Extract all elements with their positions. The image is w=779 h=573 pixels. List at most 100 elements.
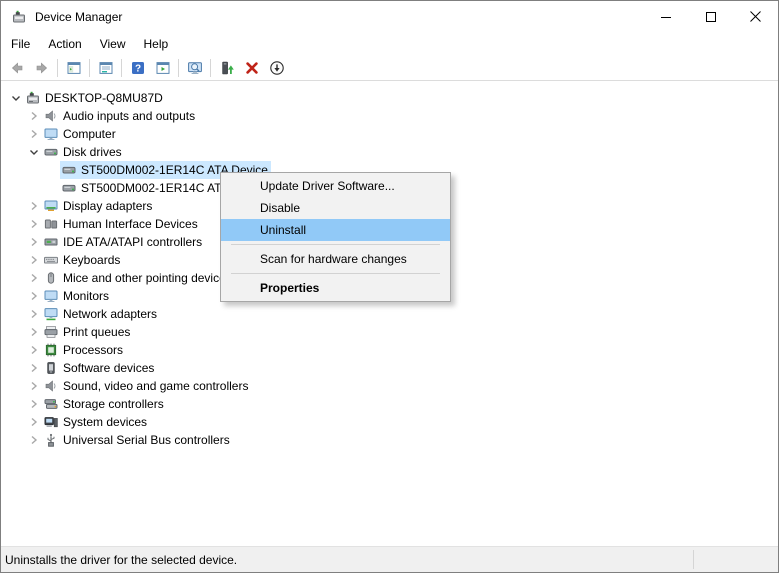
- context-menu: Update Driver Software... Disable Uninst…: [220, 172, 451, 302]
- chevron-right-icon[interactable]: [26, 306, 42, 322]
- tree-item-surface: Processors: [42, 341, 126, 359]
- tree-item-label: Sound, video and game controllers: [63, 379, 248, 393]
- menu-action[interactable]: Action: [39, 34, 90, 54]
- chevron-right-icon[interactable]: [26, 252, 42, 268]
- tree-item[interactable]: Audio inputs and outputs: [2, 107, 777, 125]
- update-driver-button[interactable]: [214, 56, 239, 80]
- context-menu-item-properties[interactable]: Properties: [221, 277, 450, 299]
- tree-item[interactable]: Software devices: [2, 359, 777, 377]
- minimize-button[interactable]: [643, 1, 688, 32]
- tree-item-surface: Disk drives: [42, 143, 125, 161]
- menu-help[interactable]: Help: [135, 34, 178, 54]
- scan-hardware-icon: [187, 60, 203, 76]
- chevron-right-icon[interactable]: [26, 342, 42, 358]
- tree-item[interactable]: Computer: [2, 125, 777, 143]
- mouse-icon: [42, 270, 60, 286]
- action-pane-button[interactable]: [150, 56, 175, 80]
- chevron-right-icon[interactable]: [26, 324, 42, 340]
- context-menu-item-disable[interactable]: Disable: [221, 197, 450, 219]
- tree-item-surface: Storage controllers: [42, 395, 167, 413]
- context-menu-item-update-driver[interactable]: Update Driver Software...: [221, 175, 450, 197]
- toolbar-separator: [210, 59, 211, 77]
- tree-item-label: Human Interface Devices: [63, 217, 198, 231]
- disk-icon: [60, 180, 78, 196]
- back-arrow-icon: [9, 60, 25, 76]
- tree-item-label: IDE ATA/ATAPI controllers: [63, 235, 202, 249]
- toolbar-separator: [89, 59, 90, 77]
- disable-button[interactable]: [264, 56, 289, 80]
- uninstall-x-icon: [244, 60, 260, 76]
- maximize-button[interactable]: [688, 1, 733, 32]
- tree-item-surface: System devices: [42, 413, 150, 431]
- tree-item-label: Print queues: [63, 325, 130, 339]
- chevron-right-icon[interactable]: [26, 198, 42, 214]
- export-list-button[interactable]: [93, 56, 118, 80]
- software-icon: [42, 360, 60, 376]
- tree-item-surface: IDE ATA/ATAPI controllers: [42, 233, 205, 251]
- tree-item[interactable]: System devices: [2, 413, 777, 431]
- display-icon: [42, 198, 60, 214]
- forward-arrow-icon: [34, 60, 50, 76]
- uninstall-button[interactable]: [239, 56, 264, 80]
- minimize-icon: [661, 12, 671, 22]
- context-menu-item-scan-hardware[interactable]: Scan for hardware changes: [221, 248, 450, 270]
- monitor-icon: [42, 288, 60, 304]
- close-button[interactable]: [733, 1, 778, 32]
- status-bar: Uninstalls the driver for the selected d…: [1, 546, 778, 572]
- audio-icon: [42, 108, 60, 124]
- console-tree-icon: [66, 60, 82, 76]
- help-button[interactable]: ?: [125, 56, 150, 80]
- tree-item[interactable]: DESKTOP-Q8MU87D: [2, 89, 777, 107]
- chevron-right-icon[interactable]: [26, 234, 42, 250]
- toolbar-separator: [178, 59, 179, 77]
- tree-item-label: DESKTOP-Q8MU87D: [45, 91, 163, 105]
- tree-item-label: Monitors: [63, 289, 109, 303]
- chevron-down-icon[interactable]: [8, 90, 24, 106]
- status-text: Uninstalls the driver for the selected d…: [5, 553, 237, 567]
- chevron-right-icon[interactable]: [26, 360, 42, 376]
- tree-item[interactable]: Processors: [2, 341, 777, 359]
- console-tree-button[interactable]: [61, 56, 86, 80]
- hid-icon: [42, 216, 60, 232]
- menu-file[interactable]: File: [2, 34, 39, 54]
- tree-item-label: Display adapters: [63, 199, 152, 213]
- tree-item-surface: Software devices: [42, 359, 157, 377]
- chevron-right-icon[interactable]: [26, 396, 42, 412]
- menu-view[interactable]: View: [91, 34, 135, 54]
- tree-item-surface: Monitors: [42, 287, 112, 305]
- network-icon: [42, 306, 60, 322]
- chevron-right-icon[interactable]: [26, 216, 42, 232]
- context-menu-item-uninstall[interactable]: Uninstall: [221, 219, 450, 241]
- tree-item[interactable]: Storage controllers: [2, 395, 777, 413]
- tree-item-label: Computer: [63, 127, 116, 141]
- device-manager-window: Device Manager File Action View Help ? D…: [0, 0, 779, 573]
- back-button[interactable]: [4, 56, 29, 80]
- system-icon: [42, 414, 60, 430]
- tree-item[interactable]: Universal Serial Bus controllers: [2, 431, 777, 449]
- chevron-placeholder: [44, 162, 60, 178]
- menu-bar: File Action View Help: [1, 32, 778, 55]
- chevron-right-icon[interactable]: [26, 270, 42, 286]
- tree-item-label: Processors: [63, 343, 123, 357]
- forward-button[interactable]: [29, 56, 54, 80]
- chevron-right-icon[interactable]: [26, 288, 42, 304]
- tree-item-surface: Keyboards: [42, 251, 123, 269]
- chevron-right-icon[interactable]: [26, 108, 42, 124]
- tree-item-surface: Network adapters: [42, 305, 160, 323]
- help-icon: ?: [130, 60, 146, 76]
- chevron-right-icon[interactable]: [26, 414, 42, 430]
- chevron-down-icon[interactable]: [26, 144, 42, 160]
- tree-item[interactable]: Network adapters: [2, 305, 777, 323]
- title-bar: Device Manager: [1, 1, 778, 32]
- tree-item-label: Universal Serial Bus controllers: [63, 433, 230, 447]
- tree-item[interactable]: Sound, video and game controllers: [2, 377, 777, 395]
- chevron-right-icon[interactable]: [26, 432, 42, 448]
- device-tree: DESKTOP-Q8MU87D Audio inputs and outputs C…: [2, 82, 777, 545]
- list-window-icon: [98, 60, 114, 76]
- tree-item[interactable]: Disk drives: [2, 143, 777, 161]
- chevron-right-icon[interactable]: [26, 378, 42, 394]
- chevron-right-icon[interactable]: [26, 126, 42, 142]
- scan-hardware-button[interactable]: [182, 56, 207, 80]
- computer-icon: [42, 126, 60, 142]
- tree-item[interactable]: Print queues: [2, 323, 777, 341]
